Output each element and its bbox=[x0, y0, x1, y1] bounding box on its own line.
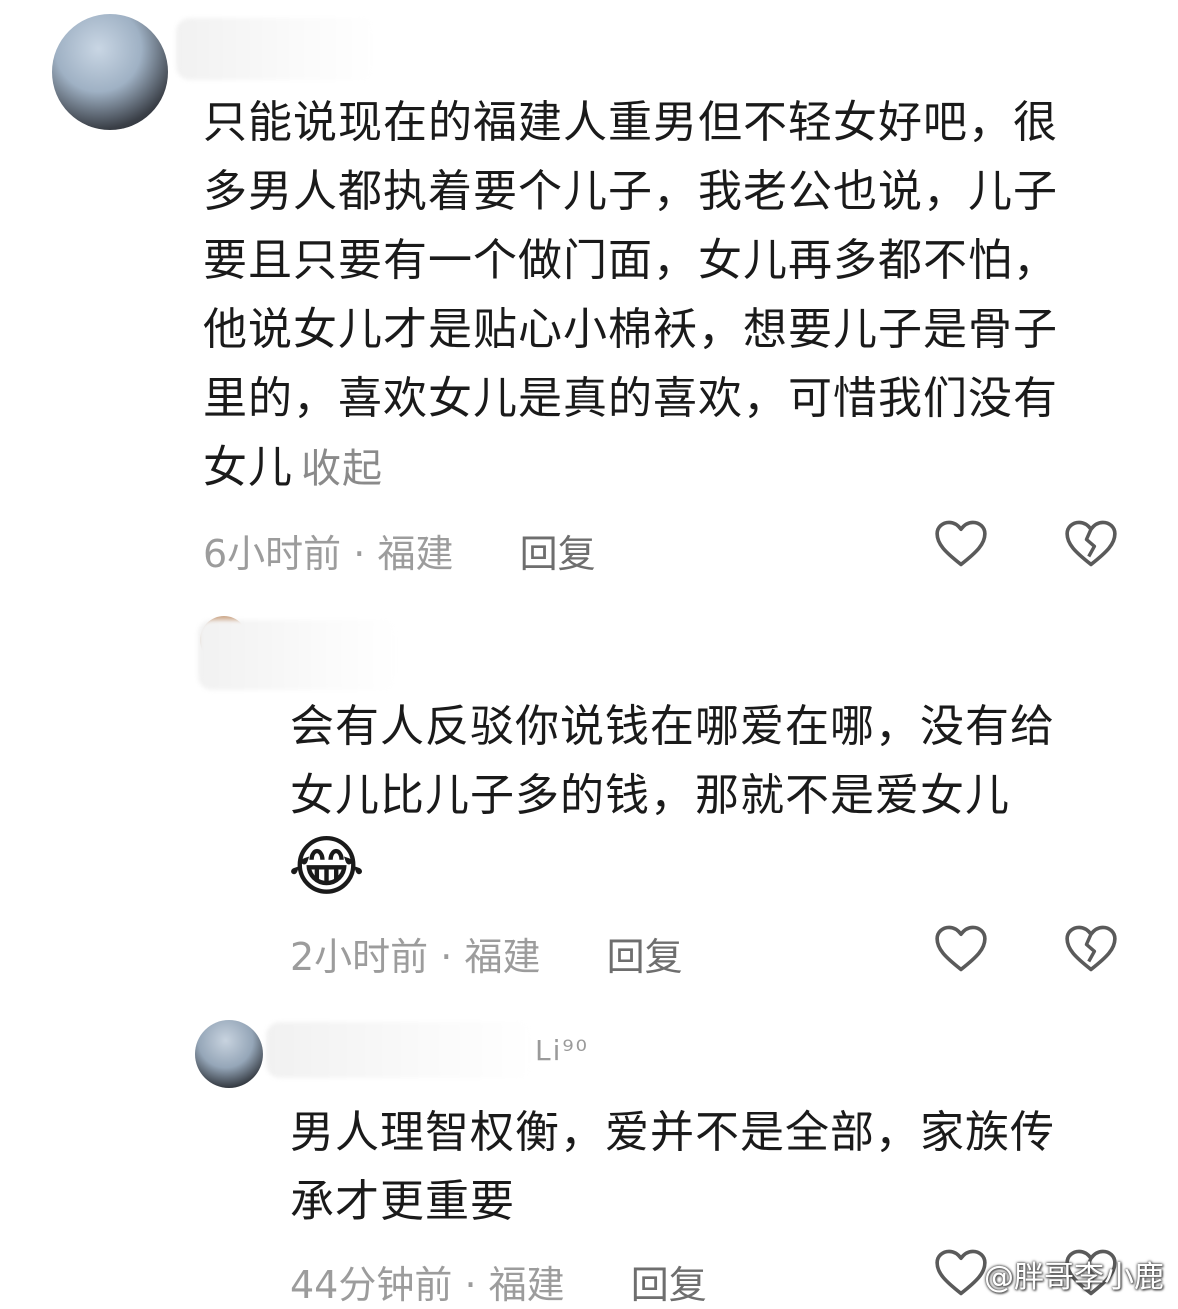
comment-meta: 44分钟前 · 福建 回复 bbox=[290, 1254, 707, 1309]
comment-text: 只能说现在的福建人重男但不轻女好吧，很 多男人都执着要个儿子，我老公也说，儿子 … bbox=[203, 88, 1143, 504]
dislike-broken-heart-icon[interactable] bbox=[1063, 924, 1119, 974]
comment-time: 44分钟前 bbox=[290, 1263, 453, 1307]
username-blurred[interactable] bbox=[198, 620, 398, 690]
avatar[interactable] bbox=[52, 14, 168, 130]
comment-line: 承才更重要 bbox=[290, 1176, 515, 1227]
comment-text: 会有人反驳你说钱在哪爱在哪，没有给 女儿比儿子多的钱，那就不是爱女儿 bbox=[290, 692, 1140, 830]
username-blurred[interactable] bbox=[176, 18, 376, 80]
comment-time: 6小时前 bbox=[203, 532, 342, 576]
comment-line: 女儿 bbox=[203, 442, 293, 493]
like-heart-icon[interactable] bbox=[933, 519, 989, 569]
meta-separator: · bbox=[440, 935, 453, 979]
meta-separator: · bbox=[464, 1263, 477, 1307]
reply-button[interactable]: 回复 bbox=[520, 532, 596, 576]
comment-line: 会有人反驳你说钱在哪爱在哪，没有给 bbox=[290, 701, 1055, 752]
comment-line: 里的，喜欢女儿是真的喜欢，可惜我们没有 bbox=[203, 373, 1058, 424]
comment-time: 2小时前 bbox=[290, 935, 429, 979]
avatar[interactable] bbox=[195, 1020, 263, 1088]
comment-location: 福建 bbox=[464, 935, 541, 979]
comment-line: 多男人都执着要个儿子，我老公也说，儿子 bbox=[203, 166, 1058, 217]
like-heart-icon[interactable] bbox=[933, 924, 989, 974]
comment-line-last: 女儿 收起 bbox=[203, 433, 1143, 504]
laughing-tears-emoji-icon: 😂 bbox=[288, 828, 366, 905]
username-blurred[interactable] bbox=[266, 1022, 534, 1078]
comment-line: 男人理智权衡，爱并不是全部，家族传 bbox=[290, 1107, 1055, 1158]
comment-line: 只能说现在的福建人重男但不轻女好吧，很 bbox=[203, 97, 1058, 148]
comment-line: 他说女儿才是贴心小棉袄，想要儿子是骨子 bbox=[203, 304, 1058, 355]
comment-text: 男人理智权衡，爱并不是全部，家族传 承才更重要 bbox=[290, 1098, 1140, 1236]
comment-line: 女儿比儿子多的钱，那就不是爱女儿 bbox=[290, 770, 1010, 821]
username-suffix[interactable]: Li⁹⁰ bbox=[535, 1034, 589, 1067]
reply-button[interactable]: 回复 bbox=[631, 1263, 707, 1307]
meta-separator: · bbox=[353, 532, 366, 576]
comment-location: 福建 bbox=[377, 532, 454, 576]
reply-button[interactable]: 回复 bbox=[607, 935, 683, 979]
comment-location: 福建 bbox=[488, 1263, 565, 1307]
comment-meta: 6小时前 · 福建 回复 bbox=[203, 523, 596, 578]
like-heart-icon[interactable] bbox=[933, 1248, 989, 1298]
dislike-broken-heart-icon[interactable] bbox=[1063, 519, 1119, 569]
collapse-button[interactable]: 收起 bbox=[301, 446, 383, 492]
watermark: @胖哥李小鹿 bbox=[984, 1260, 1164, 1295]
comment-meta: 2小时前 · 福建 回复 bbox=[290, 926, 683, 981]
comment-line: 要且只要有一个做门面，女儿再多都不怕， bbox=[203, 235, 1058, 286]
